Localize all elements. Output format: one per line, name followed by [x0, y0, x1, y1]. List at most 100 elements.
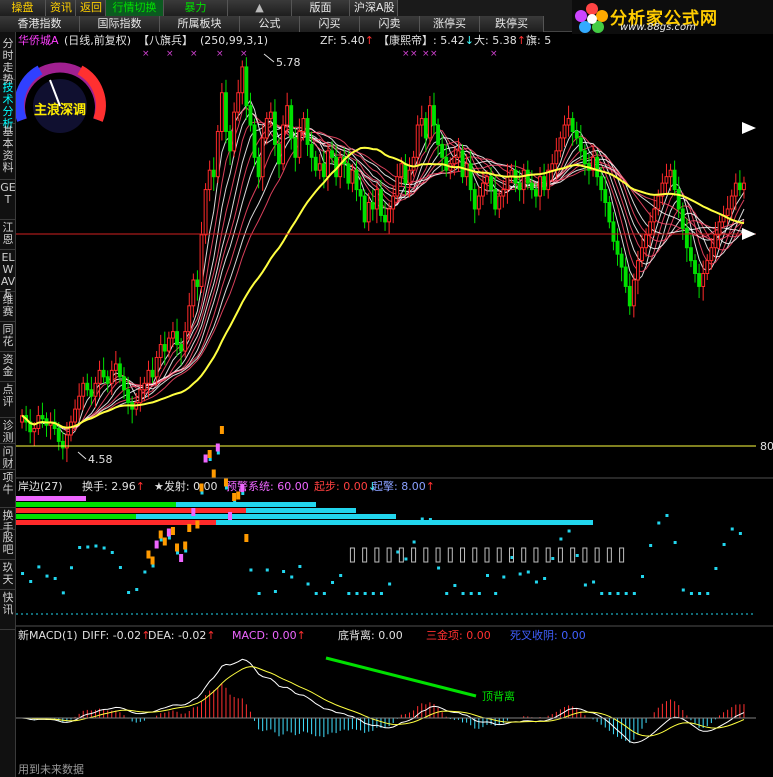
- signal-dot: [151, 564, 155, 568]
- sidebar-item[interactable]: GET: [0, 180, 16, 220]
- candle-body: [538, 176, 542, 197]
- menu-item[interactable]: 资讯: [46, 0, 76, 16]
- candle-body: [109, 369, 114, 384]
- sidebar-item[interactable]: 技术分析: [0, 80, 16, 130]
- candle-body: [432, 105, 436, 126]
- signal-dot: [404, 557, 408, 561]
- signal-dot: [494, 592, 498, 595]
- candle-body: [395, 176, 400, 197]
- signal-dot: [575, 554, 579, 557]
- menu-item[interactable]: 跌停买: [480, 16, 544, 32]
- sub-panel-1: 岸边(27) 换手: 2.96↑ ★发射: 0.00 预警系统: 60.00 起步: …: [16, 426, 756, 615]
- bar-segment: [16, 520, 216, 525]
- signal-dot: [592, 580, 596, 584]
- candle-body: [32, 427, 37, 433]
- signal-dot: [37, 565, 41, 569]
- bar-segment: [16, 508, 246, 513]
- sidebar-item[interactable]: 维赛: [0, 292, 16, 322]
- signal-dot: [216, 451, 220, 455]
- signal-dot: [437, 566, 441, 570]
- candle-body: [456, 150, 461, 158]
- signal-bar: [460, 547, 466, 563]
- signal-dot: [241, 492, 245, 495]
- signal-block: [179, 554, 184, 562]
- sidebar-item[interactable]: 问财: [0, 444, 16, 470]
- sidebar-item[interactable]: 快讯: [0, 590, 16, 630]
- candle-body: [77, 395, 82, 410]
- candle-body: [664, 176, 669, 184]
- candle-body: [733, 182, 738, 197]
- candle-body: [175, 331, 179, 346]
- candle-body: [701, 273, 706, 287]
- candle-body: [729, 195, 734, 210]
- menu-item[interactable]: 闪卖: [360, 16, 420, 32]
- menu-item[interactable]: 操盘: [0, 0, 46, 16]
- signal-bar: [484, 547, 490, 563]
- candle-body: [313, 156, 318, 171]
- candle-body: [69, 421, 73, 436]
- menu-item[interactable]: 香港指数: [0, 16, 80, 32]
- candle-body: [60, 440, 65, 449]
- candle-body: [525, 169, 530, 184]
- candle-body: [517, 182, 522, 191]
- signal-dot: [127, 591, 131, 594]
- sidebar-item[interactable]: 项牛: [0, 470, 16, 508]
- candle-body: [627, 285, 632, 307]
- sub-panel-2: 新MACD(1) DIFF: -0.02↑DEA: -0.02↑ MACD: 0.…: [16, 628, 756, 744]
- signal-dot: [624, 592, 628, 595]
- menu-item[interactable]: 版面: [292, 0, 350, 16]
- candle-body: [232, 111, 237, 152]
- left-sidebar: 分时走势 技术分析 基本资料 GET 江恩 ELWAVE 维赛 同花 资金 点评 诊测 问财 项牛 换手股…: [0, 32, 16, 777]
- sidebar-item[interactable]: 玖天: [0, 560, 16, 590]
- signal-dot: [184, 549, 188, 553]
- candle-body: [427, 105, 432, 139]
- signal-bar: [557, 547, 563, 563]
- menu-item[interactable]: 返回: [76, 0, 106, 16]
- candle-body: [199, 234, 204, 287]
- candle-body: [146, 369, 151, 384]
- signal-block: [175, 543, 180, 552]
- sidebar-item[interactable]: 点评: [0, 382, 16, 418]
- signal-dot: [53, 577, 57, 580]
- sidebar-item[interactable]: ELWAVE: [0, 250, 16, 300]
- menu-item[interactable]: ▲: [228, 0, 292, 16]
- candle-body: [680, 208, 685, 229]
- readout: 换手: 2.96↑: [82, 479, 145, 493]
- candle-body: [493, 189, 498, 210]
- candle-body: [489, 176, 494, 191]
- candle-body: [346, 163, 351, 184]
- menu-item[interactable]: 所属板块: [160, 16, 240, 32]
- indicator-name: 【八旗兵】: [138, 33, 193, 47]
- menu-item[interactable]: 沪深A股: [350, 0, 398, 16]
- sidebar-item[interactable]: 基本资料: [0, 124, 16, 180]
- signal-block: [219, 426, 224, 434]
- sidebar-item[interactable]: 同花: [0, 322, 16, 352]
- flower-logo-icon: [575, 3, 608, 33]
- candle-body: [228, 130, 232, 152]
- candle-body: [615, 240, 620, 255]
- sidebar-item[interactable]: 换手: [0, 508, 16, 534]
- signal-block: [211, 469, 216, 478]
- menu-item[interactable]: 涨停买: [420, 16, 480, 32]
- candle-body: [113, 363, 118, 371]
- menu-item[interactable]: 闪买: [300, 16, 360, 32]
- high-price-label: 5.78: [276, 56, 301, 69]
- candle-body: [501, 189, 506, 197]
- sidebar-item[interactable]: 诊测: [0, 418, 16, 444]
- signal-dot: [486, 574, 490, 577]
- sidebar-item[interactable]: 股吧: [0, 530, 16, 560]
- signal-dot: [502, 575, 506, 579]
- signal-dot: [657, 521, 661, 525]
- menu-item[interactable]: 公式: [240, 16, 300, 32]
- sidebar-item[interactable]: 分时走势: [0, 36, 16, 86]
- readout: 底背离: 0.00: [338, 628, 403, 642]
- menu-item[interactable]: 行情切换: [106, 0, 164, 16]
- candle-body: [272, 111, 277, 145]
- menu-item[interactable]: 暴力: [164, 0, 228, 16]
- sidebar-item[interactable]: 资金: [0, 352, 16, 382]
- signal-dot: [331, 581, 335, 584]
- menu-item[interactable]: 国际指数: [80, 16, 160, 32]
- stock-chart[interactable]: 华侨城A (日线,前复权) 【八旗兵】 (250,99,3,1) ZF: 5.4…: [16, 32, 773, 777]
- signal-dot: [29, 580, 33, 583]
- sidebar-item[interactable]: 江恩: [0, 220, 16, 250]
